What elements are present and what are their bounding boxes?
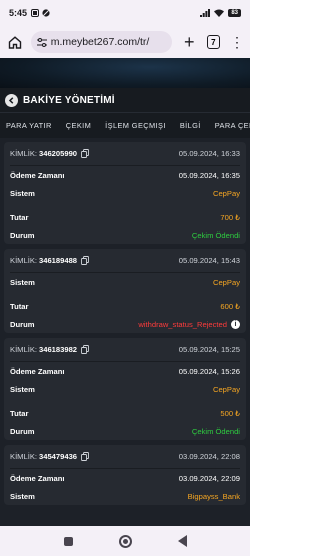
web-content: BAKİYE YÖNETİMİ PARA YATIR ÇEKIM İŞLEM G… <box>0 58 250 526</box>
site-settings-icon <box>36 37 47 47</box>
detail-row: Tutar 700 ₺ <box>10 208 240 226</box>
transaction-header: KİMLİK: 346183982 05.09.2024, 15:25 <box>10 338 240 362</box>
transaction-id: 346205990 <box>39 149 78 158</box>
transaction-card: KİMLİK: 346183982 05.09.2024, 15:25 Ödeme Z… <box>4 338 246 440</box>
system-navigation-bar <box>0 526 250 556</box>
signal-icon <box>200 9 211 17</box>
url-text: m.meybet267.com/tr/ <box>50 36 150 48</box>
detail-row: Durum Çekim Ödendi <box>10 226 240 244</box>
transaction-card: KİMLİK: 346189488 05.09.2024, 15:43 Sistem C… <box>4 249 246 333</box>
detail-row: Tutar 500 ₺ <box>10 404 240 422</box>
copy-icon[interactable] <box>81 452 89 461</box>
transaction-list: KİMLİK: 346205990 05.09.2024, 16:33 Ödeme Z… <box>4 142 246 510</box>
copy-icon[interactable] <box>81 149 89 158</box>
detail-row: Sistem CepPay <box>10 273 240 291</box>
transaction-date: 05.09.2024, 15:25 <box>178 345 240 354</box>
home-nav-button[interactable] <box>118 534 132 548</box>
id-label: KİMLİK: <box>10 452 38 461</box>
tab-switcher-button[interactable]: 7 <box>206 35 220 49</box>
tab-info[interactable]: BİLGİ <box>180 121 201 130</box>
page-header: BAKİYE YÖNETİMİ <box>0 88 250 112</box>
transaction-header: KİMLİK: 346205990 05.09.2024, 16:33 <box>10 142 240 166</box>
back-nav-button[interactable] <box>177 535 187 547</box>
detail-value: CepPay <box>212 188 240 198</box>
status-time: 5:45 <box>9 8 28 18</box>
wifi-icon <box>214 9 225 17</box>
browser-menu-button[interactable]: ⋮ <box>230 35 244 49</box>
detail-value: Bigpayss_Bank <box>187 491 240 501</box>
detail-value: Çekim Ödendi <box>191 426 240 436</box>
detail-value: 500 ₺ <box>220 408 240 418</box>
detail-value: 03.09.2024, 22:09 <box>178 473 240 483</box>
detail-label: Tutar <box>10 301 29 311</box>
notification-icon <box>31 9 40 17</box>
tab-history[interactable]: İŞLEM GEÇMIŞI <box>105 121 166 130</box>
id-label: KİMLİK: <box>10 256 38 265</box>
detail-label: Durum <box>10 426 35 436</box>
detail-label: Durum <box>10 230 35 240</box>
transaction-date: 03.09.2024, 22:08 <box>178 452 240 461</box>
transaction-date: 05.09.2024, 15:43 <box>178 256 240 265</box>
id-label: KİMLİK: <box>10 345 38 354</box>
back-button[interactable] <box>5 93 18 107</box>
detail-label: Sistem <box>10 277 35 287</box>
detail-value: 600 ₺ <box>220 301 240 311</box>
detail-label: Tutar <box>10 408 29 418</box>
header-banner <box>0 58 250 88</box>
copy-icon[interactable] <box>81 256 89 265</box>
tab-deposit[interactable]: PARA YATIR <box>6 121 52 130</box>
detail-row: Ödeme Zamanı 03.09.2024, 22:09 <box>10 469 240 487</box>
id-label: KİMLİK: <box>10 149 38 158</box>
home-button[interactable] <box>6 35 25 49</box>
new-tab-button[interactable]: + <box>182 32 197 53</box>
detail-row: Durum withdraw_status_Rejected i <box>10 315 240 333</box>
detail-label: Durum <box>10 319 35 329</box>
detail-row: Durum Çekim Ödendi <box>10 422 240 440</box>
detail-row: Tutar 600 ₺ <box>10 297 240 315</box>
transaction-id: 346183982 <box>39 345 78 354</box>
transaction-header: KİMLİK: 345479436 03.09.2024, 22:08 <box>10 445 240 469</box>
detail-label: Ödeme Zamanı <box>10 473 65 483</box>
detail-row: Sistem CepPay <box>10 184 240 202</box>
tab-withdraw-status[interactable]: PARA ÇEKME DURUMU <box>215 121 250 130</box>
detail-value: CepPay <box>212 384 240 394</box>
recents-button[interactable] <box>63 536 73 546</box>
detail-row: Sistem CepPay <box>10 380 240 398</box>
dnd-icon <box>42 9 50 17</box>
detail-label: Sistem <box>10 384 35 394</box>
transaction-header: KİMLİK: 346189488 05.09.2024, 15:43 <box>10 249 240 273</box>
detail-label: Sistem <box>10 491 35 501</box>
page-title: BAKİYE YÖNETİMİ <box>23 94 115 106</box>
copy-icon[interactable] <box>81 345 89 354</box>
detail-label: Ödeme Zamanı <box>10 366 65 376</box>
detail-row: Ödeme Zamanı 05.09.2024, 15:26 <box>10 362 240 380</box>
transaction-card: KİMLİK: 345479436 03.09.2024, 22:08 Ödeme Z… <box>4 445 246 505</box>
transaction-id: 346189488 <box>39 256 78 265</box>
battery-indicator: 83 <box>228 9 241 17</box>
detail-value: CepPay <box>212 277 240 287</box>
detail-label: Sistem <box>10 188 35 198</box>
status-bar: 5:45 83 <box>0 0 250 26</box>
url-field[interactable]: m.meybet267.com/tr/ <box>30 31 172 53</box>
detail-value: Çekim Ödendi <box>191 230 240 240</box>
chevron-left-icon <box>8 96 14 104</box>
home-icon <box>9 35 22 49</box>
detail-value: 05.09.2024, 16:35 <box>178 170 240 180</box>
transaction-card: KİMLİK: 346205990 05.09.2024, 16:33 Ödeme Z… <box>4 142 246 244</box>
detail-label: Tutar <box>10 212 29 222</box>
transaction-id: 345479436 <box>39 452 78 461</box>
detail-label: Ödeme Zamanı <box>10 170 65 180</box>
tab-withdraw[interactable]: ÇEKIM <box>66 121 91 130</box>
detail-value: 700 ₺ <box>220 212 240 222</box>
balance-tabs: PARA YATIR ÇEKIM İŞLEM GEÇMIŞI BİLGİ PAR… <box>0 112 250 138</box>
transaction-date: 05.09.2024, 16:33 <box>178 149 240 158</box>
detail-value: withdraw_status_Rejected <box>138 319 227 329</box>
detail-value: 05.09.2024, 15:26 <box>178 366 240 376</box>
detail-row: Ödeme Zamanı 05.09.2024, 16:35 <box>10 166 240 184</box>
browser-toolbar: m.meybet267.com/tr/ + 7 ⋮ <box>0 26 250 58</box>
info-icon[interactable]: i <box>231 319 240 329</box>
detail-row: Sistem Bigpayss_Bank <box>10 487 240 505</box>
